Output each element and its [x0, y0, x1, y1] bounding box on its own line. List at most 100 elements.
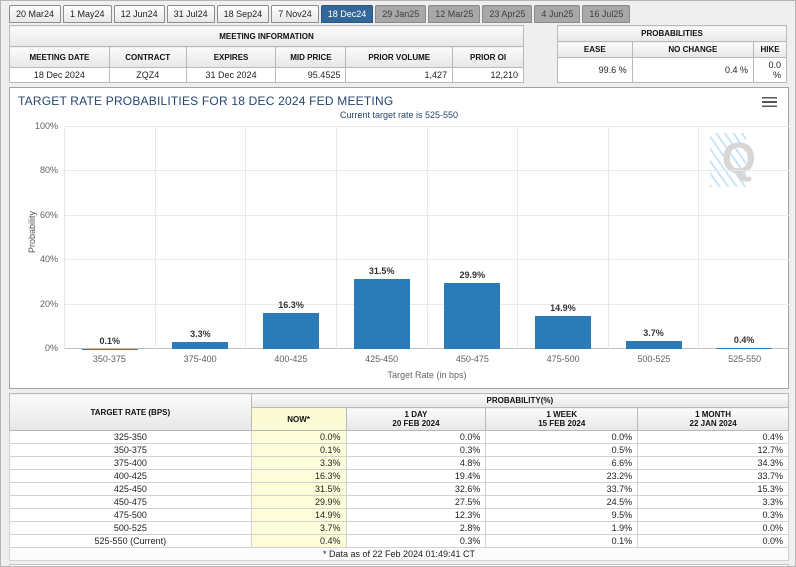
mid-price-value: 95.4525	[276, 68, 346, 83]
tab-23-apr25[interactable]: 23 Apr25	[482, 5, 532, 23]
tab-16-jul25[interactable]: 16 Jul25	[582, 5, 630, 23]
data-label-350-375: 0.1%	[65, 336, 155, 346]
table-row-375-400: 375-4003.3%4.8%6.6%34.3%	[10, 457, 789, 470]
cell-400-425-week: 23.2%	[486, 470, 638, 483]
rate-column-header: TARGET RATE (BPS)	[10, 394, 252, 431]
tab-4-jun25[interactable]: 4 Jun25	[534, 5, 580, 23]
x-tick-425-450: 425-450	[336, 354, 427, 364]
cell-425-450-month: 15.3%	[638, 483, 789, 496]
col-header-prior-oi: PRIOR OI	[453, 47, 524, 68]
cell-450-475-now: 29.9%	[251, 496, 346, 509]
cell-475-500-week: 9.5%	[486, 509, 638, 522]
cell-350-375-rate: 350-375	[10, 444, 252, 457]
cell-500-525-week: 1.9%	[486, 522, 638, 535]
table-row-325-350: 325-3500.0%0.0%0.0%0.4%	[10, 431, 789, 444]
data-label-475-500: 14.9%	[518, 303, 608, 313]
y-tick-100: 100%	[35, 121, 58, 131]
data-label-450-475: 29.9%	[428, 270, 518, 280]
tab-29-jan25[interactable]: 29 Jan25	[375, 5, 426, 23]
table-row-525-550-current: 525-550 (Current)0.4%0.3%0.1%0.0%	[10, 535, 789, 548]
meeting-date-value: 18 Dec 2024	[10, 68, 110, 83]
cell-425-450-day: 32.6%	[346, 483, 486, 496]
cell-450-475-day: 27.5%	[346, 496, 486, 509]
category-375-400: 3.3%	[156, 127, 247, 349]
meeting-tab-bar: 20 Mar241 May2412 Jun2431 Jul2418 Sep247…	[9, 4, 787, 23]
table-row-350-375: 350-3750.1%0.3%0.5%12.7%	[10, 444, 789, 457]
y-axis-ticks: 0%20%40%60%80%100%	[18, 127, 58, 349]
probabilities-title: PROBABILITIES	[558, 26, 787, 42]
cell-450-475-rate: 450-475	[10, 496, 252, 509]
cell-400-425-now: 16.3%	[251, 470, 346, 483]
meeting-info-title: MEETING INFORMATION	[10, 26, 524, 47]
cell-475-500-now: 14.9%	[251, 509, 346, 522]
bar-450-475[interactable]	[444, 283, 500, 349]
y-tick-0: 0%	[45, 343, 58, 353]
cell-450-475-month: 3.3%	[638, 496, 789, 509]
data-label-425-450: 31.5%	[337, 266, 427, 276]
col-header-no-change: NO CHANGE	[632, 42, 753, 58]
tab-7-nov24[interactable]: 7 Nov24	[271, 5, 319, 23]
col-header-ease: EASE	[558, 42, 633, 58]
tab-18-sep24[interactable]: 18 Sep24	[217, 5, 270, 23]
x-tick-350-375: 350-375	[64, 354, 155, 364]
bar-425-450[interactable]	[354, 279, 410, 349]
bar-400-425[interactable]	[263, 313, 319, 349]
tab-1-may24[interactable]: 1 May24	[63, 5, 112, 23]
info-row: MEETING INFORMATION MEETING DATE CONTRAC…	[9, 25, 787, 83]
chart-panel: TARGET RATE PROBABILITIES FOR 18 DEC 202…	[9, 87, 789, 389]
table-row-450-475: 450-47529.9%27.5%24.5%3.3%	[10, 496, 789, 509]
cell-325-350-now: 0.0%	[251, 431, 346, 444]
chart-menu-icon[interactable]	[762, 97, 777, 107]
table-row-500-525: 500-5253.7%2.8%1.9%0.0%	[10, 522, 789, 535]
bar-375-400[interactable]	[172, 342, 228, 349]
tab-18-dec24[interactable]: 18 Dec24	[321, 5, 374, 23]
tab-12-jun24[interactable]: 12 Jun24	[114, 5, 165, 23]
col-header-meeting-date: MEETING DATE	[10, 47, 110, 68]
expires-value: 31 Dec 2024	[186, 68, 276, 83]
category-475-500: 14.9%	[518, 127, 609, 349]
plot-area: Q 0.1%3.3%16.3%31.5%29.9%14.9%3.7%0.4%	[64, 127, 790, 349]
hike-value: 0.0 %	[754, 58, 787, 83]
cell-400-425-month: 33.7%	[638, 470, 789, 483]
x-tick-375-400: 375-400	[155, 354, 246, 364]
x-tick-400-425: 400-425	[246, 354, 337, 364]
category-400-425: 16.3%	[246, 127, 337, 349]
bar-475-500[interactable]	[535, 316, 591, 349]
cell-425-450-rate: 425-450	[10, 483, 252, 496]
probability-group-header: PROBABILITY(%)	[251, 394, 788, 408]
data-as-of-note: * Data as of 22 Feb 2024 01:49:41 CT	[10, 548, 789, 561]
y-tick-40: 40%	[40, 254, 58, 264]
category-450-475: 29.9%	[428, 127, 519, 349]
col-header-expires: EXPIRES	[186, 47, 276, 68]
cell-350-375-day: 0.3%	[346, 444, 486, 457]
col-header-contract: CONTRACT	[109, 47, 186, 68]
cell-375-400-now: 3.3%	[251, 457, 346, 470]
bar-525-550[interactable]	[716, 348, 772, 349]
x-axis-ticks: 350-375375-400400-425425-450450-475475-5…	[64, 354, 790, 364]
y-tick-20: 20%	[40, 299, 58, 309]
data-label-375-400: 3.3%	[156, 329, 246, 339]
cell-325-350-month: 0.4%	[638, 431, 789, 444]
col-header-1-week: 1 WEEK15 FEB 2024	[486, 408, 638, 431]
prior-volume-value: 1,427	[346, 68, 453, 83]
cell-325-350-week: 0.0%	[486, 431, 638, 444]
bar-500-525[interactable]	[626, 341, 682, 349]
probabilities-summary-table: PROBABILITIES EASE NO CHANGE HIKE 99.6 %…	[557, 25, 787, 83]
category-350-375: 0.1%	[65, 127, 156, 349]
no-change-value: 0.4 %	[632, 58, 753, 83]
tab-31-jul24[interactable]: 31 Jul24	[167, 5, 215, 23]
cell-375-400-rate: 375-400	[10, 457, 252, 470]
probability-history-table: TARGET RATE (BPS) PROBABILITY(%) NOW*1 D…	[9, 393, 789, 561]
tab-12-mar25[interactable]: 12 Mar25	[428, 5, 480, 23]
cell-500-525-month: 0.0%	[638, 522, 789, 535]
data-label-525-550: 0.4%	[699, 335, 789, 345]
tab-20-mar24[interactable]: 20 Mar24	[9, 5, 61, 23]
y-tick-60: 60%	[40, 210, 58, 220]
cell-525-550-current-month: 0.0%	[638, 535, 789, 548]
cell-525-550-current-now: 0.4%	[251, 535, 346, 548]
table-row-475-500: 475-50014.9%12.3%9.5%0.3%	[10, 509, 789, 522]
category-525-550: 0.4%	[699, 127, 790, 349]
table-row-425-450: 425-45031.5%32.6%33.7%15.3%	[10, 483, 789, 496]
x-tick-525-550: 525-550	[699, 354, 790, 364]
cell-400-425-day: 19.4%	[346, 470, 486, 483]
